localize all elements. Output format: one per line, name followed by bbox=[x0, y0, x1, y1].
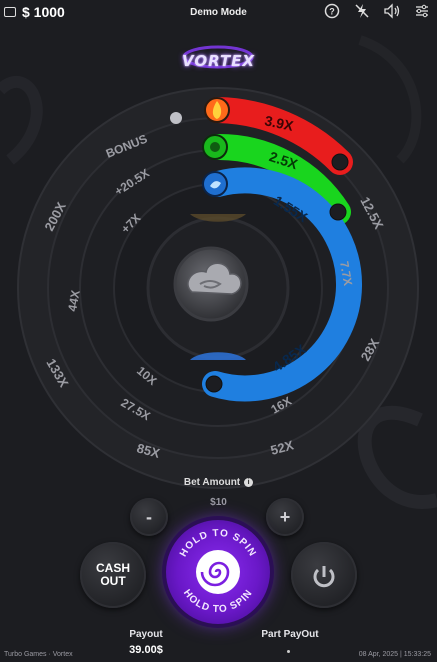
decrease-bet-button[interactable]: - bbox=[130, 498, 168, 536]
spin-button-graphic: HOLD TO SPIN HOLD TO SPIN bbox=[178, 528, 257, 615]
bet-info-icon[interactable]: i bbox=[244, 477, 254, 487]
blue-arc-end bbox=[205, 375, 223, 393]
bet-amount-text: Bet Amount bbox=[183, 477, 241, 488]
bet-amount-label: Bet Amount i bbox=[0, 477, 437, 488]
datetime-footer: 08 Apr, 2025 | 15:33:25 bbox=[358, 651, 431, 658]
part-payout-label: Part PayOut bbox=[261, 629, 319, 640]
plus-icon: + bbox=[279, 506, 291, 527]
replay-icon bbox=[313, 566, 335, 588]
green-arc-end bbox=[329, 203, 347, 221]
bonus-info-icon[interactable] bbox=[170, 112, 182, 124]
autoplay-button[interactable] bbox=[291, 542, 357, 608]
brand-footer: Turbo Games · Vortex bbox=[4, 651, 73, 658]
minus-icon: - bbox=[146, 506, 152, 527]
cash-out-button[interactable]: CASH OUT bbox=[80, 542, 146, 608]
indicator-dot bbox=[287, 650, 290, 653]
cash-out-label: CASH OUT bbox=[95, 561, 130, 588]
bet-amount-value: $10 bbox=[210, 497, 227, 508]
payout-value: 39.00$ bbox=[129, 644, 163, 656]
red-arc-end bbox=[331, 153, 349, 171]
gear-icon-center bbox=[210, 142, 220, 152]
payout-label: Payout bbox=[129, 629, 163, 640]
increase-bet-button[interactable]: + bbox=[266, 498, 304, 536]
hold-to-spin-button[interactable]: HOLD TO SPIN HOLD TO SPIN bbox=[166, 520, 270, 624]
